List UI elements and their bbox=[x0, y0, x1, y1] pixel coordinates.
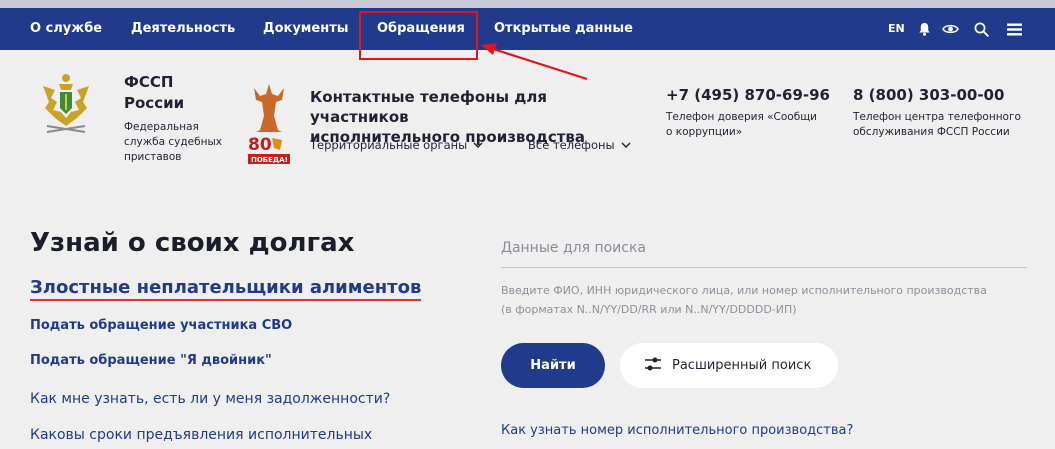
fssp-emblem-logo[interactable] bbox=[33, 68, 99, 136]
highlight-box bbox=[359, 11, 478, 60]
search-input[interactable] bbox=[501, 228, 1027, 268]
all-phones-dropdown-label: Все телефоны bbox=[528, 138, 615, 152]
top-strip bbox=[0, 0, 1055, 8]
advanced-search-label: Расширенный поиск bbox=[672, 358, 812, 373]
hotline-phone[interactable]: +7 (495) 870-69-96 bbox=[666, 86, 830, 104]
bell-icon[interactable] bbox=[913, 8, 935, 50]
nav-item-documents[interactable]: Документы bbox=[263, 8, 349, 50]
org-subtitle: Федеральная служба судебных приставов bbox=[124, 121, 222, 163]
call-center-description: Телефон центра телефонного обслуживания … bbox=[853, 111, 1021, 138]
svg-text:ПОБЕДА!: ПОБЕДА! bbox=[251, 156, 288, 164]
all-phones-dropdown[interactable]: Все телефоны bbox=[528, 138, 631, 152]
nav-item-about[interactable]: О службе bbox=[30, 8, 102, 50]
eye-icon[interactable] bbox=[939, 8, 961, 50]
language-switch[interactable]: EN bbox=[888, 8, 905, 50]
hotline-description: Телефон доверия «Сообщи о коррупции» bbox=[666, 111, 817, 138]
search-icon[interactable] bbox=[970, 8, 992, 50]
svg-text:80: 80 bbox=[248, 135, 272, 155]
call-center-phone[interactable]: 8 (800) 303-00-00 bbox=[853, 86, 1004, 104]
double-appeal-link[interactable]: Подать обращение "Я двойник" bbox=[30, 353, 272, 368]
enforcement-terms-link[interactable]: Каковы сроки предъявления исполнительных bbox=[30, 427, 372, 443]
nav-item-open-data[interactable]: Открытые данные bbox=[494, 8, 633, 50]
territorial-dropdown-label: Территориальные органы bbox=[310, 138, 468, 152]
find-button[interactable]: Найти bbox=[501, 343, 605, 388]
debts-check-link[interactable]: Как мне узнать, есть ли у меня задолженн… bbox=[30, 391, 390, 407]
territorial-dropdown[interactable]: Территориальные органы bbox=[310, 138, 483, 152]
org-name[interactable]: ФССП России bbox=[124, 72, 204, 114]
page-title: Узнай о своих долгах bbox=[30, 228, 355, 258]
advanced-search-button[interactable]: Расширенный поиск bbox=[620, 343, 838, 388]
chevron-down-icon bbox=[621, 138, 631, 152]
menu-icon[interactable] bbox=[1003, 8, 1025, 50]
alimony-debtors-link[interactable]: Злостные неплательщики алиментов bbox=[30, 277, 422, 301]
svo-appeal-link[interactable]: Подать обращение участника СВО bbox=[30, 318, 292, 333]
search-hint: Введите ФИО, ИНН юридического лица, или … bbox=[501, 284, 987, 316]
sliders-icon bbox=[644, 356, 662, 376]
chevron-down-icon bbox=[473, 138, 483, 152]
how-to-find-number-link[interactable]: Как узнать номер исполнительного произво… bbox=[501, 423, 853, 438]
nav-item-activity[interactable]: Деятельность bbox=[131, 8, 235, 50]
victory-80-badge[interactable]: 80 ПОБЕДА! bbox=[246, 82, 292, 166]
